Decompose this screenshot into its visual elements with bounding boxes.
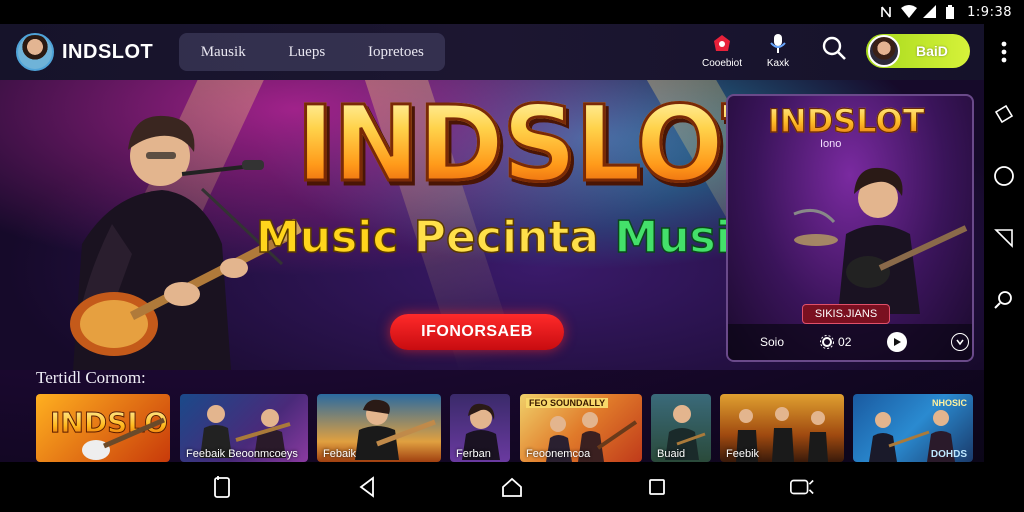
home-icon[interactable] — [499, 474, 525, 500]
thumbnail-card[interactable]: Feebik — [720, 394, 844, 462]
hero-banner: INDSLOT Music Pecinta Musik® IFONORSAEB … — [0, 80, 984, 370]
thumbnail-card[interactable]: Febaik — [317, 394, 441, 462]
system-nav-bar — [0, 462, 1024, 512]
thumbnail-label: Buaid — [657, 448, 686, 460]
tab-iopretoes[interactable]: Iopretoes — [362, 40, 430, 65]
hero-subtitle: Music Pecinta Musik® — [255, 215, 772, 261]
more-options-icon[interactable] — [992, 40, 1016, 64]
rotate-icon[interactable] — [992, 102, 1016, 126]
signal-icon — [923, 5, 937, 19]
search-icon — [821, 35, 847, 66]
user-profile-button[interactable]: BaiD — [866, 33, 970, 68]
thumbnail-card[interactable]: NHOSIC DOHDS — [853, 394, 973, 462]
hero-subtitle-word-1: Music — [255, 212, 399, 263]
thumbnail-label: Ferban — [456, 448, 491, 460]
brand-avatar — [16, 33, 54, 71]
tab-mausik[interactable]: Mausik — [195, 40, 252, 65]
mic-button[interactable]: Kaxk — [766, 32, 790, 69]
gear-icon — [820, 335, 835, 349]
section-title: Tertidl Cornom: — [36, 368, 146, 387]
featured-settings[interactable]: 02 — [820, 335, 851, 349]
hero-cta-button[interactable]: IFONORSAEB — [390, 314, 564, 350]
guitar-icon — [82, 417, 165, 460]
hero-title: INDSLOT — [295, 83, 795, 205]
featured-expand-button[interactable] — [951, 333, 970, 351]
user-name: BaiD — [916, 42, 948, 59]
status-bar: 1:9:38 — [0, 0, 1024, 24]
thumbnail-row: INDSLO Feebaik Beoonmcoeys Febaik Ferban… — [36, 394, 976, 462]
wifi-icon — [901, 5, 918, 19]
back-triangle-icon[interactable] — [992, 226, 1016, 250]
thumbnail-label: Feebaik Beoonmcoeys — [186, 448, 298, 460]
microphone-icon — [766, 32, 790, 56]
thumbnail-label: Febaik — [323, 448, 357, 460]
home-circle-icon[interactable] — [992, 164, 1016, 188]
thumbnail-label: Feoonemcoa — [526, 448, 591, 460]
battery-icon — [945, 5, 959, 19]
featured-badge: SIKIS.JIANS — [802, 304, 890, 324]
keyboard-toggle-icon[interactable] — [789, 474, 815, 500]
screenshot-icon[interactable] — [209, 474, 235, 500]
search-side-icon[interactable] — [992, 288, 1016, 312]
thumbnail-label: Feebik — [726, 448, 760, 460]
recents-icon[interactable] — [644, 474, 670, 500]
featured-title: INDSLOT — [767, 101, 925, 140]
tab-lueps[interactable]: Lueps — [283, 40, 332, 65]
header-actions: Cooebiot Kaxk BaiD — [702, 32, 970, 69]
nfc-icon — [879, 5, 893, 19]
brand[interactable]: INDSLOT — [16, 33, 153, 71]
hero-subtitle-word-2: Pecinta — [413, 212, 600, 263]
featured-controls: Soio 02 — [728, 324, 972, 360]
play-icon — [894, 338, 902, 346]
chevron-down-icon — [956, 339, 964, 346]
thumbnail-bottom-label: DOHDS — [930, 449, 967, 460]
thumbnail-card[interactable]: Ferban — [450, 394, 510, 462]
top-tabs: Mausik Lueps Iopretoes — [179, 33, 446, 71]
app-window: INDSLOT Mausik Lueps Iopretoes Cooebiot … — [0, 24, 984, 462]
notification-bell-icon — [710, 32, 734, 56]
user-avatar — [868, 34, 900, 67]
featured-gear-value: 02 — [838, 335, 852, 349]
thumbnail-card[interactable]: INDSLO — [36, 394, 170, 462]
featured-guitarist-illustration — [793, 167, 968, 314]
back-icon[interactable] — [354, 474, 380, 500]
search-button[interactable] — [820, 35, 848, 66]
featured-card[interactable]: INDSLOT Iono SIKIS.JIANS Soio 02 — [726, 94, 974, 362]
mic-label: Kaxk — [766, 58, 790, 69]
thumbnail-card[interactable]: Buaid — [651, 394, 711, 462]
featured-time: Soio — [760, 335, 785, 349]
notifications-label: Cooebiot — [701, 58, 742, 69]
brand-name: INDSLOT — [62, 40, 154, 63]
top-header: INDSLOT Mausik Lueps Iopretoes Cooebiot … — [0, 24, 984, 80]
thumbnail-top-label: FEO SOUNDALLY — [526, 398, 609, 408]
system-side-rail — [984, 24, 1024, 462]
notifications-button[interactable]: Cooebiot — [702, 32, 742, 69]
featured-play-button[interactable] — [887, 332, 908, 352]
thumbnail-card[interactable]: Feebaik Beoonmcoeys — [180, 394, 308, 462]
status-time: 1:9:38 — [967, 4, 1012, 20]
thumbnail-card[interactable]: FEO SOUNDALLY Feoonemcoa — [520, 394, 642, 462]
